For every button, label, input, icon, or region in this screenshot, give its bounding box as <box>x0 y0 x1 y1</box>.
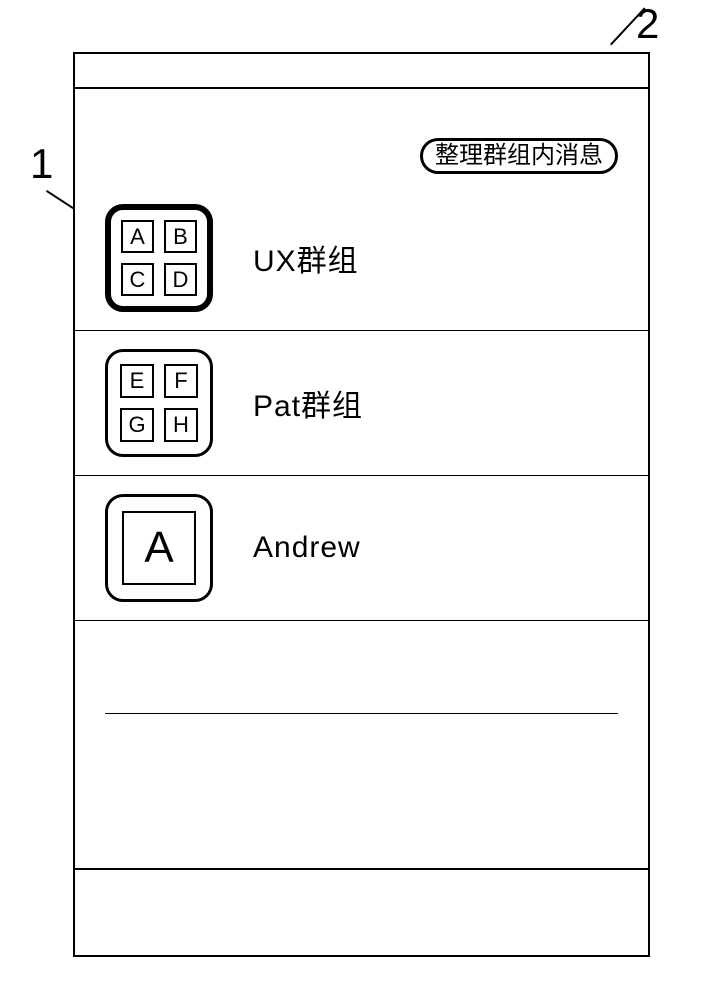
callout-label-1: 1 <box>30 140 53 188</box>
chat-list-item-ux-group[interactable]: A B C D UX群组 <box>75 186 648 331</box>
group-avatar-icon: E F G H <box>105 349 213 457</box>
avatar-letter: C <box>121 263 154 296</box>
chat-name-label: UX群组 <box>253 236 359 280</box>
chat-list-item-andrew[interactable]: A Andrew <box>75 476 648 621</box>
chat-name-label: Andrew <box>253 531 361 565</box>
avatar-letter: B <box>164 220 197 253</box>
contact-avatar-icon: A <box>105 494 213 602</box>
group-avatar-icon: A B C D <box>105 204 213 312</box>
bottom-bar <box>75 868 648 955</box>
divider <box>105 713 618 714</box>
avatar-letter: F <box>164 364 198 398</box>
phone-frame: 整理群组内消息 A B C D UX群组 E F G H <box>73 52 650 957</box>
avatar-letter: G <box>120 408 154 442</box>
chat-list-item-pat-group[interactable]: E F G H Pat群组 <box>75 331 648 476</box>
organize-messages-button[interactable]: 整理群组内消息 <box>420 138 618 174</box>
status-bar <box>75 54 648 89</box>
chat-list-area: 整理群组内消息 A B C D UX群组 E F G H <box>75 91 648 866</box>
avatar-letter: A <box>122 511 196 585</box>
avatar-letter: E <box>120 364 154 398</box>
avatar-letter: A <box>121 220 154 253</box>
avatar-letter: H <box>164 408 198 442</box>
chat-list: A B C D UX群组 E F G H Pat群组 <box>75 186 648 621</box>
avatar-letter: D <box>164 263 197 296</box>
chat-name-label: Pat群组 <box>253 381 363 425</box>
callout-label-2: 2 <box>636 0 659 48</box>
